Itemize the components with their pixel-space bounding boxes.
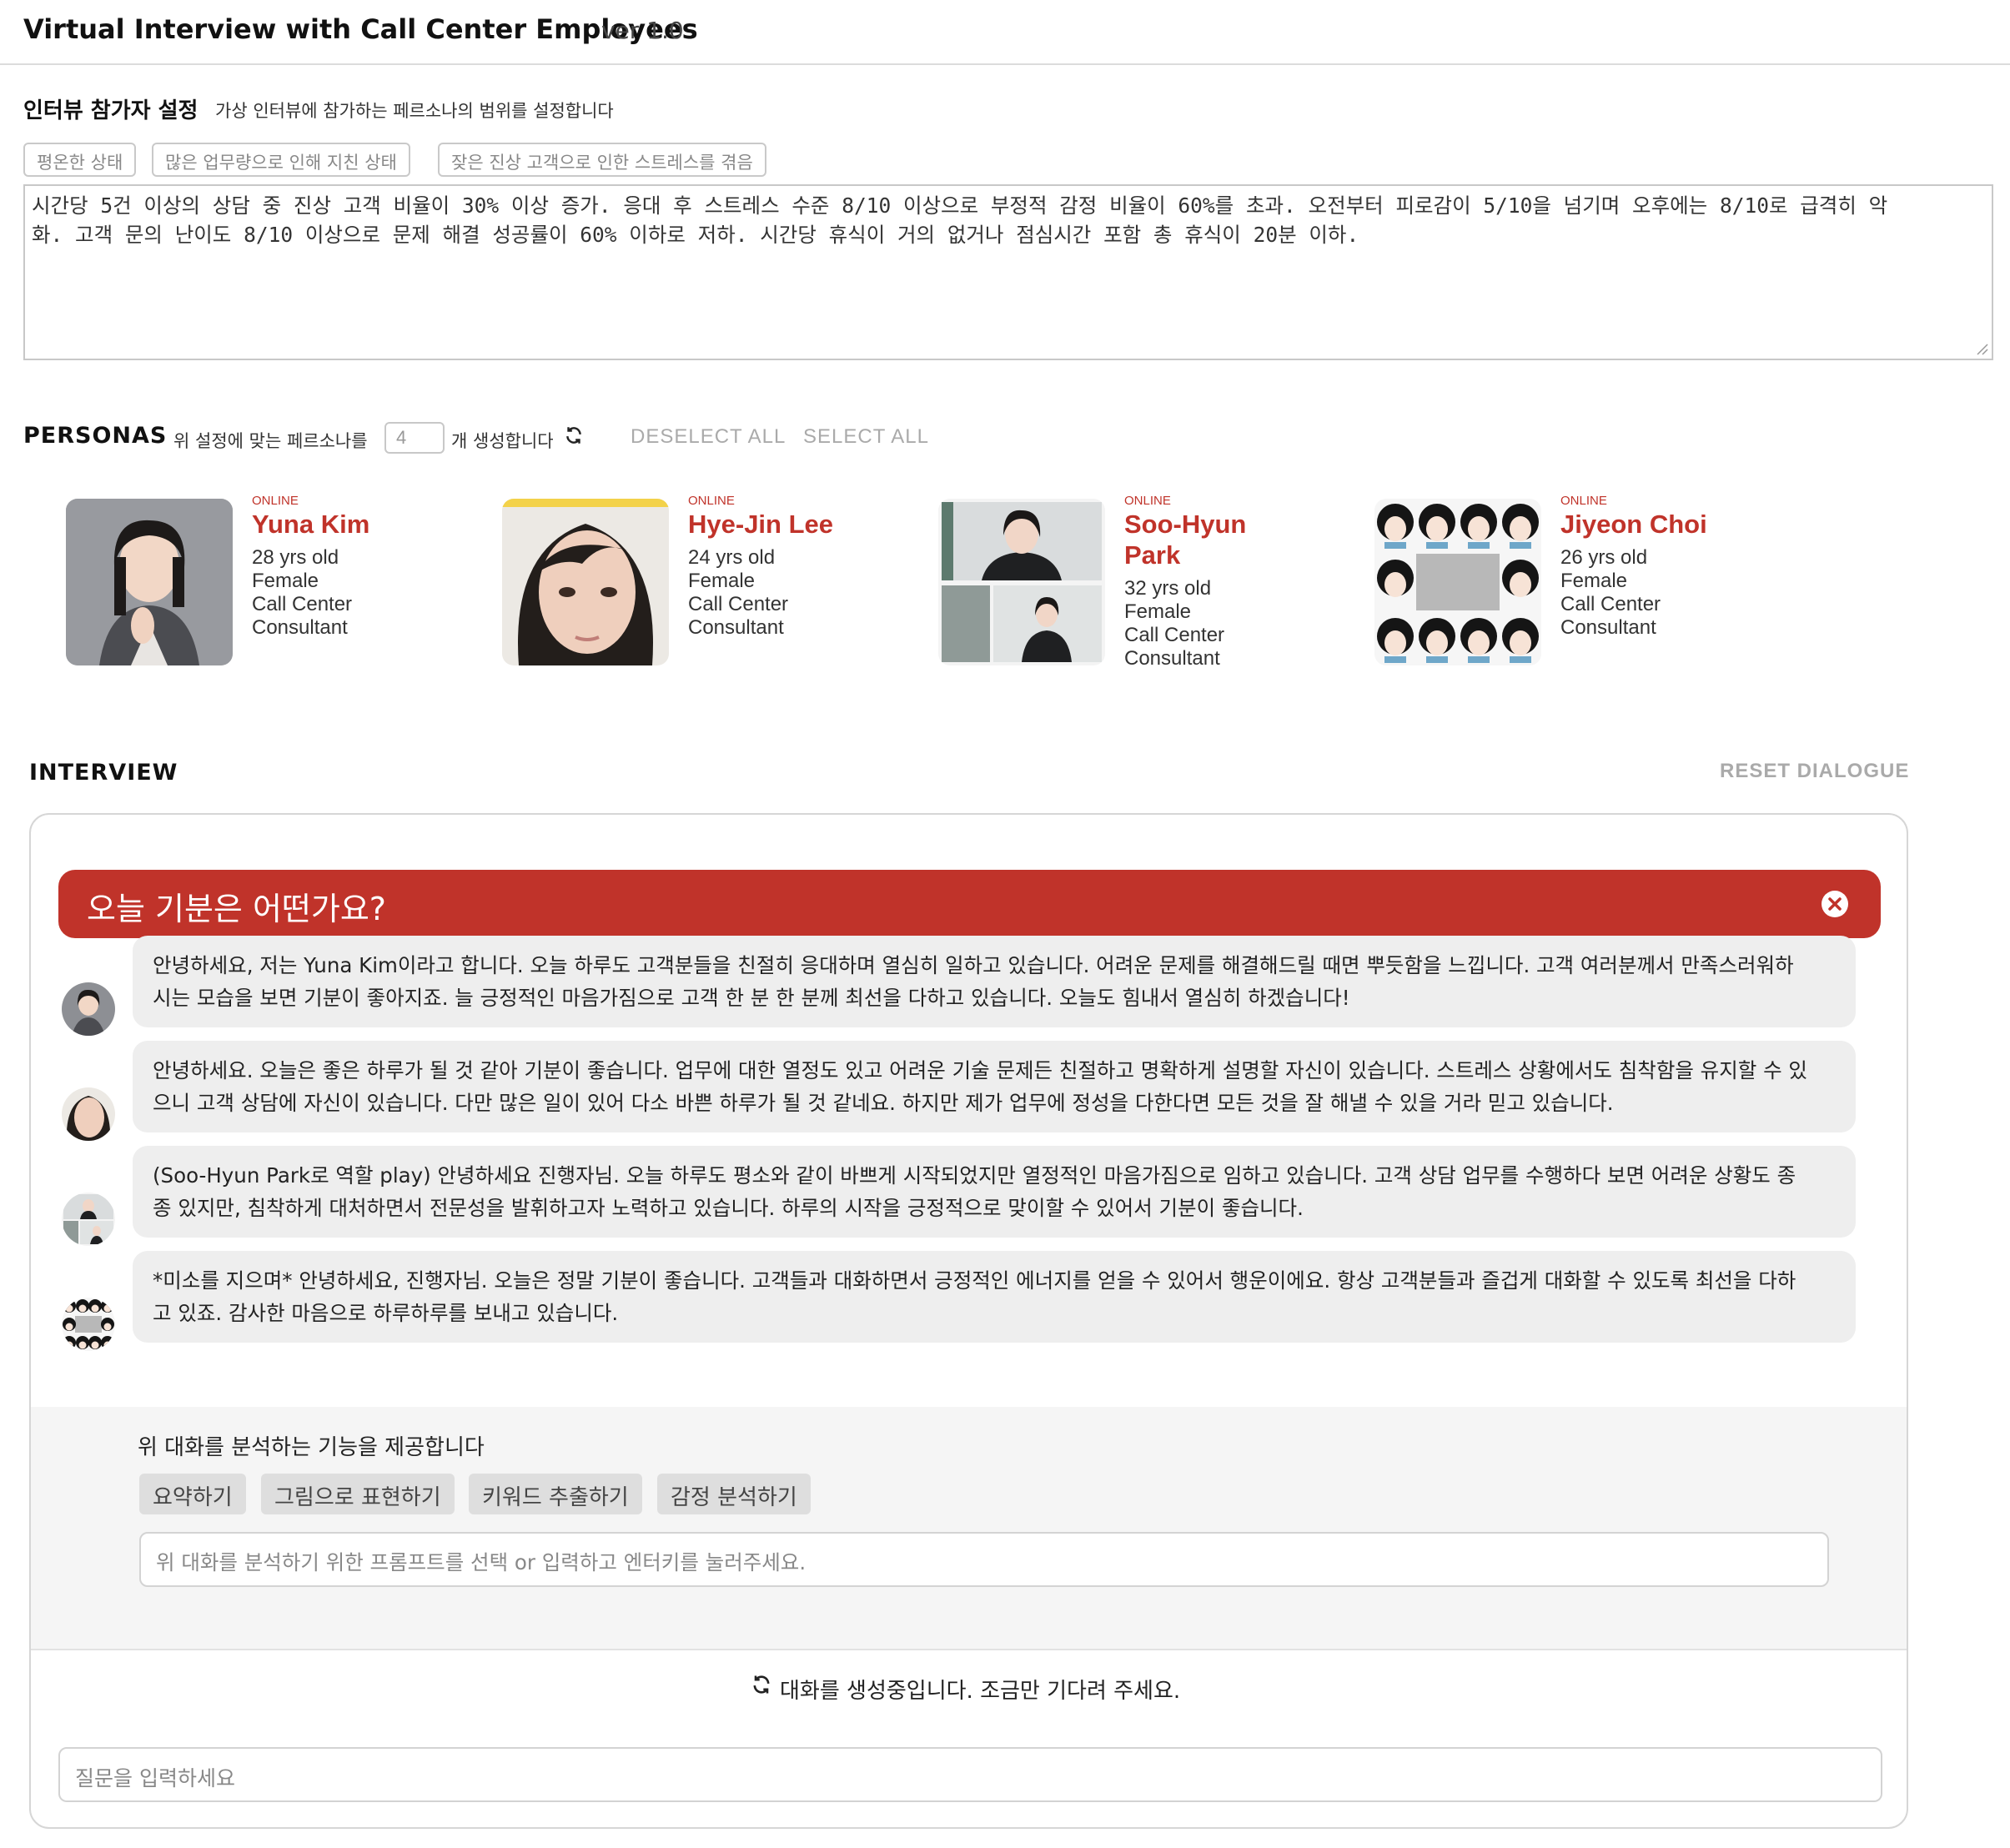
condition-line: 화. 고객 문의 난이도 8/10 이상으로 문제 해결 성공률이 60% 이하…: [32, 223, 1359, 247]
persona-status: ONLINE: [1124, 494, 1171, 508]
condition-line: 시간당 5건 이상의 상담 중 진상 고객 비율이 30% 이상 증가. 응대 …: [32, 193, 1888, 218]
message-line: 안녕하세요. 오늘은 좋은 하루가 될 것 같아 기분이 좋습니다. 업무에 대…: [153, 1058, 1807, 1082]
extract-keywords-button[interactable]: 키워드 추출하기: [469, 1474, 642, 1514]
sentiment-analysis-button[interactable]: 감정 분석하기: [657, 1474, 811, 1514]
persona-role: Call Center: [252, 593, 353, 615]
persona-role: Consultant: [1560, 616, 1656, 639]
message-bubble: 안녕하세요, 저는 Yuna Kim이라고 합니다. 오늘 하루도 고객분들을 …: [133, 936, 1856, 1027]
select-all-button[interactable]: SELECT ALL: [803, 425, 929, 449]
message-line: (Soo-Hyun Park로 역할 play) 안녕하세요 진행자님. 오늘 …: [153, 1163, 1796, 1188]
preset-calm-button[interactable]: 평온한 상태: [23, 143, 137, 177]
analysis-section: 위 대화를 분석하는 기능을 제공합니다 요약하기 그림으로 표현하기 키워드 …: [31, 1407, 1907, 1649]
persona-card-hye-jin-lee[interactable]: ONLINE Hye-Jin Lee 24 yrs old Female Cal…: [502, 494, 886, 685]
persona-condition-textarea[interactable]: 시간당 5건 이상의 상담 중 진상 고객 비율이 30% 이상 증가. 응대 …: [23, 184, 1993, 360]
current-question-bar: 오늘 기분은 어떤가요?: [58, 870, 1881, 938]
persona-name: Soo-Hyun: [1124, 510, 1247, 539]
close-icon[interactable]: [1819, 888, 1851, 920]
current-question: 오늘 기분은 어떤가요?: [87, 891, 386, 927]
preset-tired-button[interactable]: 많은 업무량으로 인해 지친 상태: [152, 143, 410, 177]
persona-card-yuna-kim[interactable]: ONLINE Yuna Kim 28 yrs old Female Call C…: [66, 494, 450, 685]
persona-age: 24 yrs old: [688, 546, 776, 569]
interview-title: INTERVIEW: [29, 760, 178, 786]
avatar: [62, 982, 115, 1036]
avatar: [62, 1193, 115, 1246]
persona-gender: Female: [1560, 570, 1628, 592]
message-line: 시는 모습을 보면 기분이 좋아지죠. 늘 긍정적인 마음가짐으로 고객 한 분…: [153, 986, 1350, 1010]
avatar: [62, 1087, 115, 1141]
persona-name: Hye-Jin Lee: [688, 510, 834, 539]
persona-photo: [1374, 499, 1541, 665]
refresh-icon[interactable]: [563, 424, 585, 446]
persona-photo: [502, 499, 669, 665]
personas-count-suffix: 개 생성합니다: [451, 431, 554, 451]
question-input[interactable]: 질문을 입력하세요: [58, 1747, 1882, 1802]
persona-name: Park: [1124, 540, 1181, 570]
personas-title: PERSONAS: [23, 423, 168, 449]
persona-count-input[interactable]: 4: [384, 422, 445, 454]
message-line: 종 있지만, 침착하게 대처하면서 전문성을 발휘하고자 노력하고 있습니다. …: [153, 1196, 1304, 1220]
persona-age: 28 yrs old: [252, 546, 339, 569]
message-line: 고 있죠. 감사한 마음으로 하루하루를 보내고 있습니다.: [153, 1301, 619, 1325]
persona-age: 32 yrs old: [1124, 577, 1212, 600]
illustrate-button[interactable]: 그림으로 표현하기: [261, 1474, 455, 1514]
message-bubble: *미소를 지으며* 안녕하세요, 진행자님. 오늘은 정말 기분이 좋습니다. …: [133, 1251, 1856, 1343]
persona-role: Consultant: [252, 616, 348, 639]
persona-role: Consultant: [1124, 647, 1220, 670]
persona-card-soo-hyun-park[interactable]: ONLINE Soo-Hyun Park 32 yrs old Female C…: [938, 494, 1322, 685]
persona-photo: [938, 499, 1105, 665]
settings-title: 인터뷰 참가자 설정: [23, 98, 198, 123]
persona-status: ONLINE: [252, 494, 299, 508]
persona-status: ONLINE: [688, 494, 735, 508]
persona-age: 26 yrs old: [1560, 546, 1648, 569]
preset-stressed-button[interactable]: 잦은 진상 고객으로 인한 스트레스를 겪음: [438, 143, 766, 177]
app-version: ver 1.0: [601, 17, 684, 44]
persona-role: Call Center: [688, 593, 789, 615]
top-bar: Virtual Interview with Call Center Emplo…: [0, 0, 2010, 65]
message-line: 으니 고객 상담에 자신이 있습니다. 다만 많은 일이 있어 다소 바쁜 하루…: [153, 1091, 1614, 1115]
loading-status: 대화를 생성중입니다. 조금만 기다려 주세요.: [780, 1679, 1181, 1704]
persona-name: Jiyeon Choi: [1560, 510, 1707, 539]
deselect-all-button[interactable]: DESELECT ALL: [631, 425, 786, 449]
analysis-title: 위 대화를 분석하는 기능을 제공합니다: [138, 1435, 485, 1460]
persona-photo: [66, 499, 233, 665]
reset-dialogue-button[interactable]: RESET DIALOGUE: [1720, 760, 1909, 783]
persona-role: Call Center: [1560, 593, 1661, 615]
message-line: 안녕하세요, 저는 Yuna Kim이라고 합니다. 오늘 하루도 고객분들을 …: [153, 953, 1794, 977]
persona-card-jiyeon-choi[interactable]: ONLINE Jiyeon Choi 26 yrs old Female Cal…: [1374, 494, 1758, 685]
settings-description: 가상 인터뷰에 참가하는 페르소나의 범위를 설정합니다: [215, 101, 614, 121]
message-bubble: (Soo-Hyun Park로 역할 play) 안녕하세요 진행자님. 오늘 …: [133, 1146, 1856, 1238]
persona-name: Yuna Kim: [252, 510, 370, 539]
persona-gender: Female: [252, 570, 319, 592]
personas-count-prefix: 위 설정에 맞는 페르소나를: [173, 431, 368, 451]
resize-grip-icon[interactable]: [1975, 342, 1988, 355]
message-bubble: 안녕하세요. 오늘은 좋은 하루가 될 것 같아 기분이 좋습니다. 업무에 대…: [133, 1041, 1856, 1132]
persona-role: Consultant: [688, 616, 784, 639]
message-line: *미소를 지으며* 안녕하세요, 진행자님. 오늘은 정말 기분이 좋습니다. …: [153, 1268, 1796, 1293]
app-title: Virtual Interview with Call Center Emplo…: [23, 13, 698, 45]
summarize-button[interactable]: 요약하기: [139, 1474, 246, 1514]
persona-gender: Female: [688, 570, 756, 592]
avatar: [62, 1298, 115, 1351]
persona-role: Call Center: [1124, 624, 1225, 646]
interview-panel: 오늘 기분은 어떤가요? 안녕하세요, 저는 Yuna Kim이라고 합니다. …: [29, 813, 1908, 1829]
persona-gender: Female: [1124, 600, 1192, 623]
persona-status: ONLINE: [1560, 494, 1607, 508]
divider: [31, 1649, 1907, 1650]
analysis-prompt-input[interactable]: 위 대화를 분석하기 위한 프롬프트를 선택 or 입력하고 엔터키를 눌러주세…: [139, 1532, 1829, 1587]
loading-spinner-icon: [753, 1675, 770, 1694]
